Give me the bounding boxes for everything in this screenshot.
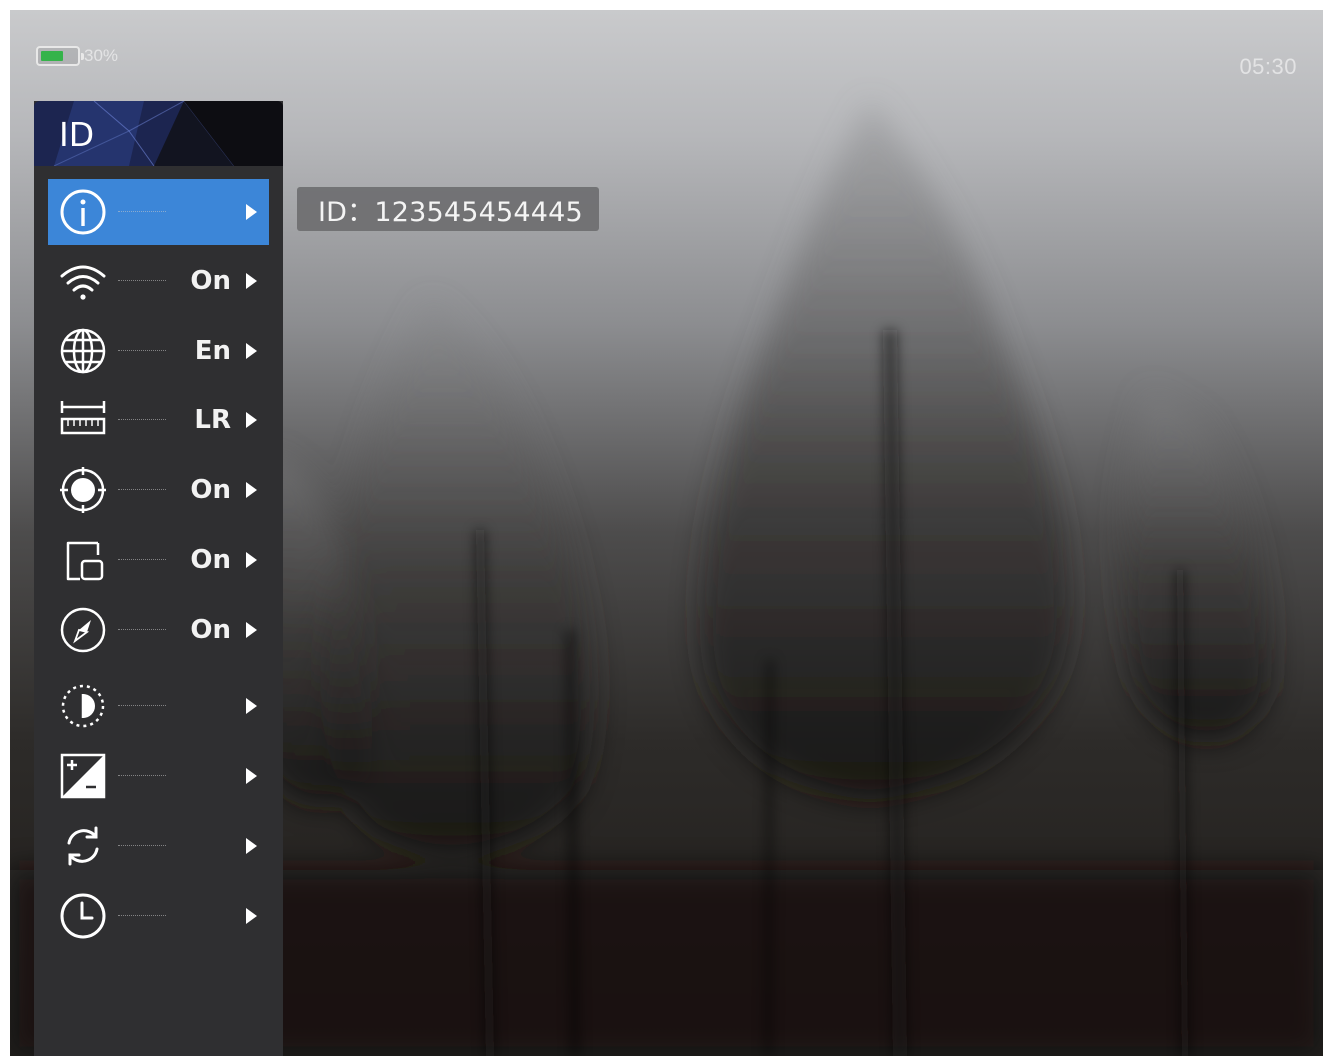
contrast-icon bbox=[58, 681, 108, 731]
chevron-right-icon bbox=[246, 412, 257, 428]
battery-percent: 30% bbox=[84, 46, 119, 65]
menu-item-contrast[interactable] bbox=[48, 673, 269, 739]
chevron-right-icon bbox=[246, 622, 257, 638]
chevron-right-icon bbox=[246, 273, 257, 289]
menu-item-language[interactable]: En bbox=[48, 318, 269, 384]
menu-item-value: LR bbox=[194, 405, 231, 435]
menu-item-dots bbox=[118, 280, 166, 281]
menu-item-value: On bbox=[190, 615, 231, 645]
menu-item-dots bbox=[118, 559, 166, 560]
menu-item-dots bbox=[118, 350, 166, 351]
menu-item-range[interactable]: LR bbox=[48, 387, 269, 453]
exposure-icon bbox=[58, 751, 108, 801]
menu-item-value: On bbox=[190, 475, 231, 505]
crosshair-icon bbox=[58, 465, 108, 515]
ruler-icon bbox=[58, 395, 108, 445]
chevron-right-icon bbox=[246, 698, 257, 714]
menu-item-reticle[interactable]: On bbox=[48, 457, 269, 523]
menu-item-pip[interactable]: On bbox=[48, 527, 269, 593]
menu-item-value: En bbox=[194, 336, 231, 366]
picture-in-picture-icon bbox=[58, 535, 108, 585]
refresh-icon bbox=[58, 821, 108, 871]
menu-item-dots bbox=[118, 419, 166, 420]
menu-item-dots bbox=[118, 775, 166, 776]
wifi-icon bbox=[58, 256, 108, 306]
info-icon bbox=[58, 187, 108, 237]
chevron-right-icon bbox=[246, 204, 257, 220]
chevron-right-icon bbox=[246, 482, 257, 498]
menu-item-value: On bbox=[190, 545, 231, 575]
menu-item-dots bbox=[118, 211, 166, 212]
menu-item-compass[interactable]: On bbox=[48, 597, 269, 663]
chevron-right-icon bbox=[246, 908, 257, 924]
chevron-right-icon bbox=[246, 768, 257, 784]
menu-item-info[interactable] bbox=[48, 179, 269, 245]
settings-menu: ID On En LR On On On bbox=[34, 101, 283, 1056]
viewfinder-screen: 30% 05:30 ID On En LR On On On ID：123545… bbox=[10, 10, 1323, 1056]
menu-item-value: On bbox=[190, 266, 231, 296]
chevron-right-icon bbox=[246, 343, 257, 359]
chevron-right-icon bbox=[246, 838, 257, 854]
clock-time: 05:30 bbox=[1239, 54, 1297, 79]
menu-item-dots bbox=[118, 705, 166, 706]
menu-item-wifi[interactable]: On bbox=[48, 248, 269, 314]
menu-item-dots bbox=[118, 845, 166, 846]
device-id-text: ID：123545454445 bbox=[318, 196, 583, 228]
battery-indicator: 30% bbox=[36, 46, 118, 66]
globe-icon bbox=[58, 326, 108, 376]
menu-item-time[interactable] bbox=[48, 883, 269, 949]
menu-header: ID bbox=[34, 101, 283, 166]
menu-item-dots bbox=[118, 915, 166, 916]
menu-item-reset[interactable] bbox=[48, 813, 269, 879]
clock-icon bbox=[58, 891, 108, 941]
compass-icon bbox=[58, 605, 108, 655]
menu-item-exposure[interactable] bbox=[48, 743, 269, 809]
menu-header-title: ID bbox=[59, 115, 95, 154]
battery-icon bbox=[36, 46, 84, 66]
menu-item-dots bbox=[118, 489, 166, 490]
menu-item-dots bbox=[118, 629, 166, 630]
chevron-right-icon bbox=[246, 552, 257, 568]
id-tooltip: ID：123545454445 bbox=[297, 187, 599, 231]
battery-level-fill bbox=[41, 51, 63, 61]
